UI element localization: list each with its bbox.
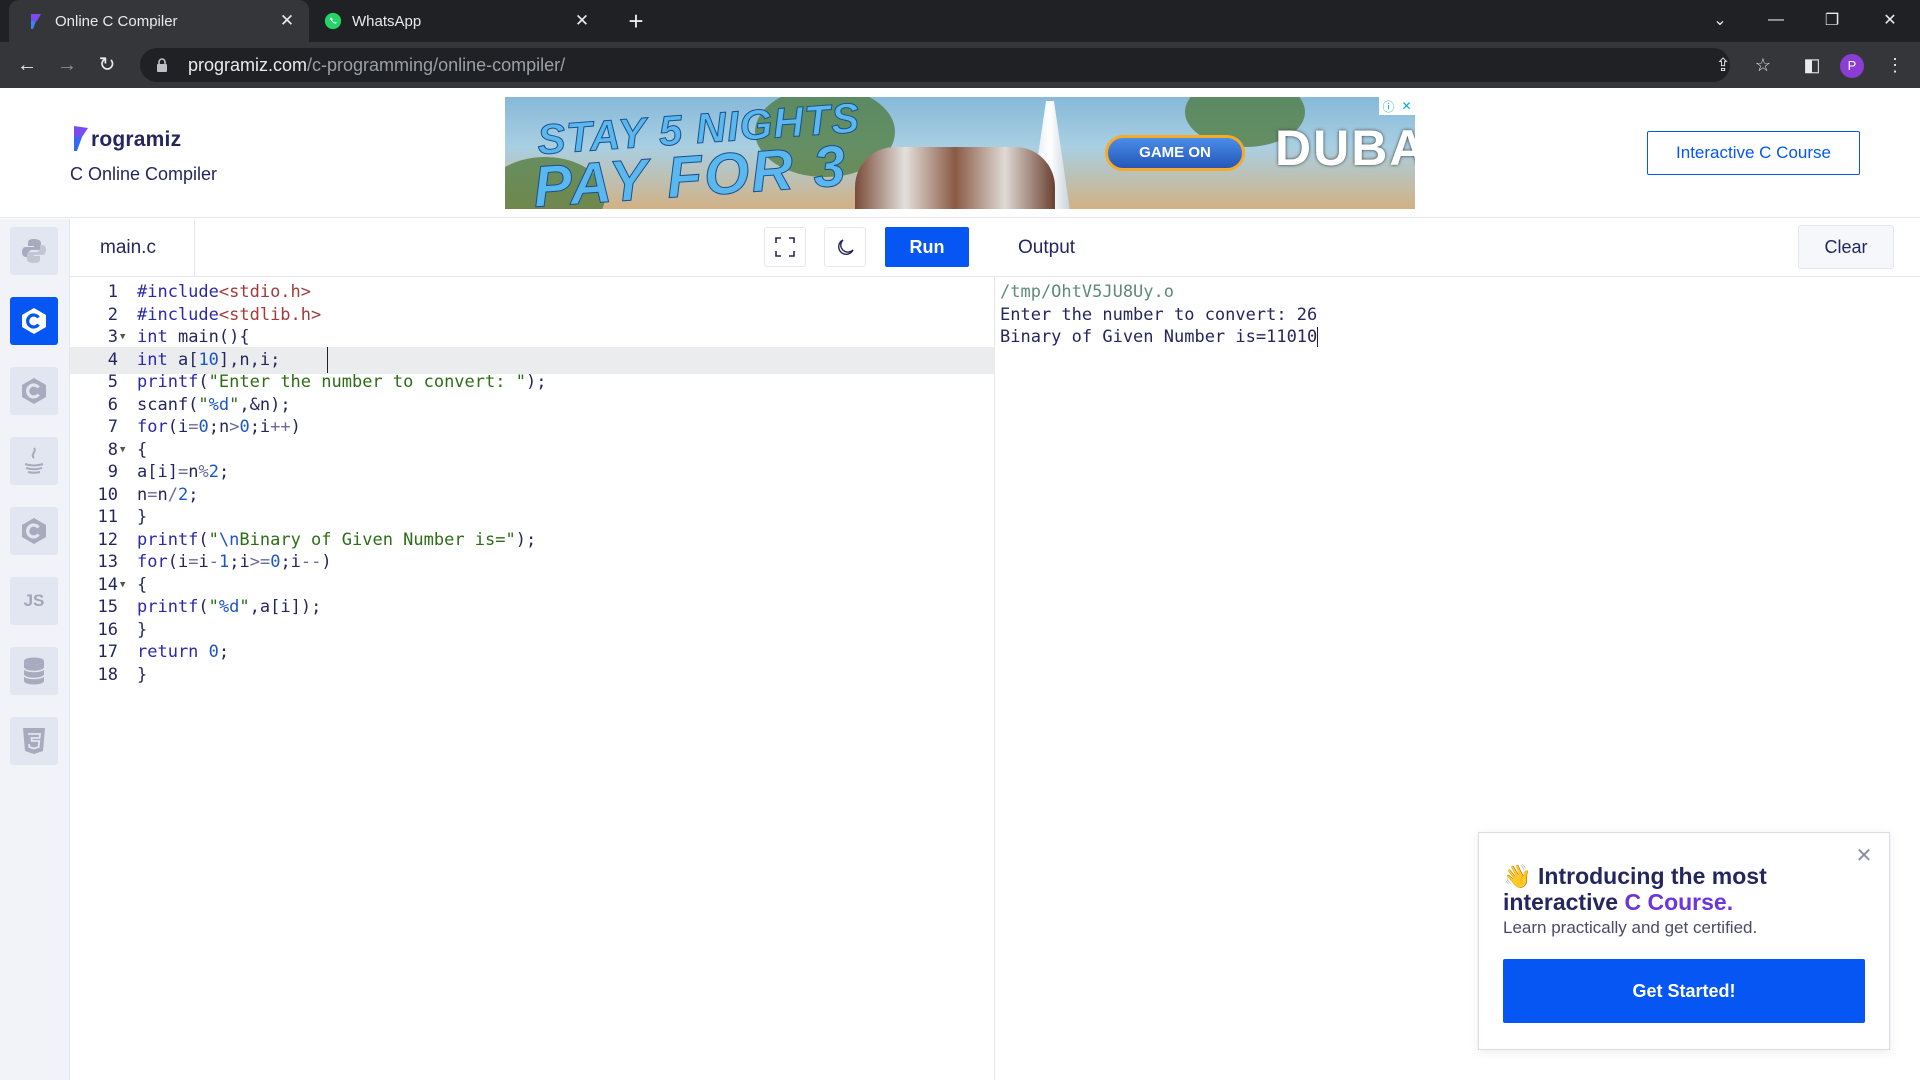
popup-title-accent: C Course.	[1624, 889, 1734, 915]
c-language-icon	[22, 308, 46, 334]
tab-title: Online C Compiler	[55, 12, 178, 30]
html5-icon	[23, 728, 45, 754]
tab-whatsapp[interactable]: WhatsApp ✕	[314, 0, 604, 42]
advertisement-banner[interactable]: STAY 5 NIGHTS PAY FOR 3 GAME ON DUBAI ⓘ✕	[505, 97, 1415, 209]
tab-online-c-compiler[interactable]: Online C Compiler ✕	[9, 0, 309, 42]
site-header: rogramiz C Online Compiler STAY 5 NIGHTS…	[0, 88, 1920, 218]
close-tab-icon[interactable]: ✕	[277, 11, 297, 31]
code-text: }	[137, 664, 148, 685]
fullscreen-icon	[775, 237, 795, 257]
file-tab-main[interactable]: main.c	[70, 219, 195, 277]
restore-button[interactable]: ❐	[1804, 0, 1860, 40]
browser-toolbar: ← → ↻ programiz.com/c-programming/online…	[0, 42, 1920, 88]
whatsapp-icon	[324, 12, 342, 30]
profile-avatar[interactable]: P	[1840, 54, 1864, 78]
clear-button[interactable]: Clear	[1798, 225, 1894, 269]
forward-icon[interactable]: →	[52, 50, 82, 80]
sidebar-item-html[interactable]	[10, 717, 58, 765]
close-icon[interactable]: ✕	[1855, 846, 1873, 866]
ad-cta-button[interactable]: GAME ON	[1105, 135, 1245, 171]
output-title: Output	[1018, 237, 1076, 258]
browser-tab-bar: Online C Compiler ✕ WhatsApp ✕ + ⌄ — ❐ ✕	[0, 0, 1920, 42]
sidebar-item-cpp[interactable]	[10, 367, 58, 415]
bookmark-star-icon[interactable]: ☆	[1748, 50, 1778, 80]
java-icon	[24, 447, 44, 474]
ad-family-image	[855, 147, 1055, 209]
interactive-course-button[interactable]: Interactive C Course	[1647, 131, 1860, 175]
tab-search-icon[interactable]: ⌄	[1692, 0, 1748, 40]
logo-text: rogramiz	[91, 128, 182, 151]
fullscreen-button[interactable]	[764, 227, 806, 267]
page-subtitle: C Online Compiler	[70, 164, 218, 184]
minimize-button[interactable]: —	[1748, 0, 1804, 40]
code-line[interactable]: 18}	[70, 662, 995, 690]
editor-toolbar: main.c Run	[70, 219, 995, 277]
line-number: 18	[97, 664, 118, 685]
sidebar-item-c[interactable]	[10, 297, 58, 345]
python-icon	[22, 239, 46, 263]
cpp-icon	[22, 378, 46, 404]
sidebar-item-javascript[interactable]: JS	[10, 577, 58, 625]
ad-choices-icon[interactable]: ⓘ ✕	[1379, 97, 1415, 115]
database-icon	[23, 657, 45, 685]
output-line: Binary of Given Number is=11010	[1000, 327, 1319, 347]
close-tab-icon[interactable]: ✕	[572, 11, 592, 31]
text-cursor	[1317, 327, 1319, 347]
ad-brand: DUBAI	[1275, 120, 1415, 176]
sidebar-item-sql[interactable]	[10, 647, 58, 695]
sidebar-item-csharp[interactable]	[10, 507, 58, 555]
moon-icon	[838, 239, 854, 255]
programiz-logo[interactable]: rogramiz	[72, 124, 181, 152]
course-promo-popup: ✕ 👋 Introducing the most interactive C C…	[1478, 832, 1890, 1050]
close-window-button[interactable]: ✕	[1862, 0, 1918, 40]
reload-icon[interactable]: ↻	[92, 50, 122, 80]
get-started-button[interactable]: Get Started!	[1503, 959, 1865, 1023]
new-tab-button[interactable]: +	[622, 8, 650, 36]
popup-subtitle: Learn practically and get certified.	[1503, 918, 1758, 937]
run-button[interactable]: Run	[885, 227, 969, 267]
back-icon[interactable]: ←	[12, 50, 42, 80]
sidebar-item-java[interactable]	[10, 437, 58, 485]
language-sidebar: JS	[0, 219, 70, 1080]
url-domain: programiz.com	[188, 54, 308, 75]
output-toolbar: Output Clear	[996, 219, 1920, 277]
programiz-favicon-icon	[27, 12, 45, 30]
csharp-icon	[22, 518, 46, 544]
menu-dots-icon[interactable]: ⋮	[1880, 50, 1910, 80]
lock-icon	[156, 57, 170, 73]
url-path: /c-programming/online-compiler/	[307, 54, 566, 75]
sidebar-item-python[interactable]	[10, 227, 58, 275]
dark-mode-toggle[interactable]	[824, 227, 866, 267]
share-icon[interactable]: ⇪	[1708, 50, 1738, 80]
popup-title: 👋 Introducing the most interactive C Cou…	[1503, 863, 1843, 915]
side-panel-icon[interactable]: ◧	[1797, 50, 1827, 80]
wave-emoji: 👋	[1503, 863, 1532, 889]
address-bar[interactable]: programiz.com/c-programming/online-compi…	[140, 48, 1730, 82]
tab-title: WhatsApp	[352, 12, 422, 30]
code-editor[interactable]: 1 #include<stdio.h> 2 #include<stdlib.h> 3 ▼ i…	[70, 277, 995, 1080]
programiz-logo-icon	[74, 126, 88, 151]
